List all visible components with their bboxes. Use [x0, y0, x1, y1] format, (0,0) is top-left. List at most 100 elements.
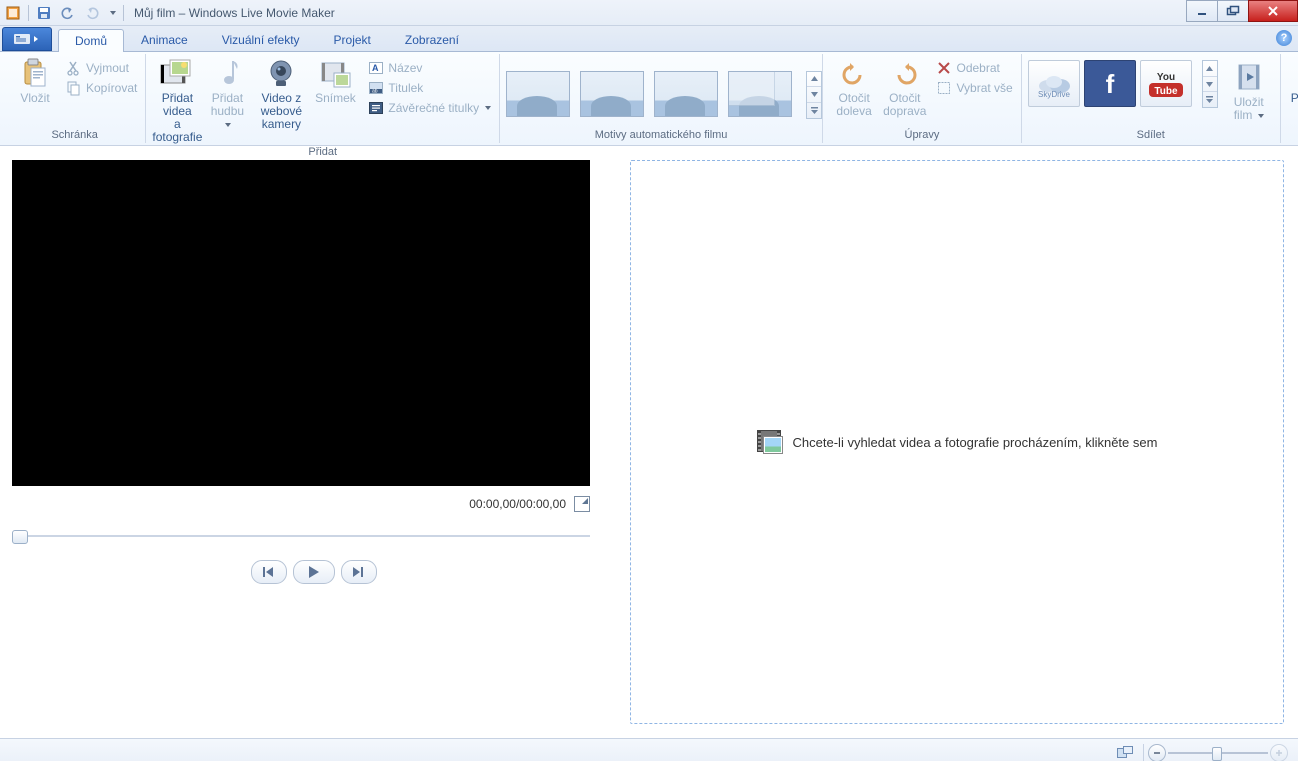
fullscreen-icon[interactable]: [574, 496, 590, 512]
add-videos-button[interactable]: Přidat videa a fotografie: [152, 56, 202, 146]
zoom-slider[interactable]: [1168, 745, 1268, 761]
label: Název: [388, 61, 422, 75]
share-skydrive[interactable]: SkyDrive: [1028, 60, 1080, 107]
webcam-video-button[interactable]: Video z webové kamery: [252, 56, 310, 133]
tab-home[interactable]: Domů: [58, 29, 124, 52]
btn-line2: a fotografie: [152, 118, 202, 144]
qat-customize-icon[interactable]: [107, 4, 117, 22]
svg-text:Tube: Tube: [1154, 86, 1178, 97]
theme-item[interactable]: [506, 71, 570, 117]
share-scroll-expand[interactable]: [1203, 92, 1217, 107]
ribbon-tabstrip: Domů Animace Vizuální efekty Projekt Zob…: [0, 26, 1298, 52]
save-movie-button[interactable]: Uložit film: [1224, 60, 1274, 124]
copy-button[interactable]: Kopírovat: [64, 78, 139, 98]
caption-icon: ab: [368, 80, 384, 96]
close-button[interactable]: [1248, 0, 1298, 22]
zoom-out-button[interactable]: [1148, 744, 1166, 761]
rotate-left-icon: [838, 58, 870, 90]
zoom-thumb[interactable]: [1212, 747, 1222, 761]
signin-button[interactable]: Přihlásit se: [1287, 56, 1298, 120]
select-all-button[interactable]: Vybrat vše: [934, 78, 1014, 98]
media-dropzone[interactable]: Chcete-li vyhledat videa a fotografie pr…: [630, 160, 1284, 724]
svg-text:SkyDrive: SkyDrive: [1038, 90, 1071, 99]
prev-frame-button[interactable]: [251, 560, 287, 584]
gallery-scroll-down[interactable]: [807, 87, 821, 103]
theme-item[interactable]: [580, 71, 644, 117]
rotate-right-button[interactable]: Otočit doprava: [879, 56, 930, 120]
share-scroll-up[interactable]: [1203, 61, 1217, 77]
rotate-right-icon: [889, 58, 921, 90]
tab-label: Animace: [141, 33, 188, 47]
gallery-scroll-expand[interactable]: [807, 103, 821, 118]
time-current: 00:00,00: [469, 497, 516, 511]
statusbar: [0, 738, 1298, 761]
gallery-scroll-up[interactable]: [807, 72, 821, 88]
window-title: Můj film – Windows Live Movie Maker: [134, 6, 335, 20]
next-frame-button[interactable]: [341, 560, 377, 584]
playback-scrubber[interactable]: [12, 528, 590, 544]
group-signin: Přihlásit se: [1281, 54, 1298, 143]
group-edits: Otočit doleva Otočit doprava Odebrat Vyb…: [823, 54, 1022, 143]
time-display: 00:00,00/00:00,00: [469, 497, 566, 511]
save-icon[interactable]: [35, 4, 53, 22]
thumbnail-size-button[interactable]: [1111, 746, 1139, 760]
snapshot-button[interactable]: Snímek: [310, 56, 360, 107]
dropzone-content: Chcete-li vyhledat videa a fotografie pr…: [757, 430, 1158, 454]
ribbon: Vložit Vyjmout Kopírovat Schránka: [0, 52, 1298, 146]
scrub-thumb[interactable]: [12, 530, 28, 544]
theme-item[interactable]: [728, 71, 792, 117]
share-youtube[interactable]: YouTube: [1140, 60, 1192, 107]
tab-label: Projekt: [334, 33, 371, 47]
btn-label: Snímek: [315, 92, 356, 105]
undo-icon[interactable]: [59, 4, 77, 22]
theme-item[interactable]: [654, 71, 718, 117]
rotate-left-button[interactable]: Otočit doleva: [829, 56, 879, 120]
share-gallery-scroll: [1202, 60, 1218, 108]
svg-text:A: A: [372, 63, 379, 73]
select-all-icon: [936, 80, 952, 96]
time-total: 00:00,00: [519, 497, 566, 511]
group-label-clipboard: Schránka: [10, 129, 139, 143]
add-music-button[interactable]: Přidat hudbu: [202, 56, 252, 133]
share-facebook[interactable]: f: [1084, 60, 1136, 107]
minimize-button[interactable]: [1186, 0, 1218, 22]
caption-button[interactable]: ab Titulek: [366, 78, 493, 98]
document-title: Můj film: [134, 6, 175, 20]
group-label-share: Sdílet: [1028, 129, 1274, 143]
scrub-track: [12, 535, 590, 537]
movie-maker-icon[interactable]: [4, 4, 22, 22]
redo-icon[interactable]: [83, 4, 101, 22]
title-button[interactable]: A Název: [366, 58, 493, 78]
window-controls: [1187, 0, 1298, 21]
play-button[interactable]: [293, 560, 335, 584]
tab-animations[interactable]: Animace: [124, 28, 205, 51]
svg-text:f: f: [1105, 69, 1114, 99]
paste-button[interactable]: Vložit: [10, 56, 60, 107]
group-label-themes: Motivy automatického filmu: [506, 129, 816, 143]
dropzone-text: Chcete-li vyhledat videa a fotografie pr…: [793, 435, 1158, 450]
paste-label: Vložit: [20, 92, 49, 105]
title-icon: A: [368, 60, 384, 76]
cut-button[interactable]: Vyjmout: [64, 58, 139, 78]
file-tab[interactable]: [2, 27, 52, 51]
label: Vybrat vše: [956, 81, 1012, 95]
share-scroll-down[interactable]: [1203, 77, 1217, 93]
btn-line2: hudbu: [206, 105, 248, 131]
copy-label: Kopírovat: [86, 81, 137, 95]
tab-view[interactable]: Zobrazení: [388, 28, 476, 51]
remove-button[interactable]: Odebrat: [934, 58, 1014, 78]
maximize-button[interactable]: [1217, 0, 1249, 22]
timeline-pane: Chcete-li vyhledat videa a fotografie pr…: [616, 146, 1298, 738]
preview-time-row: 00:00,00/00:00,00: [12, 496, 590, 512]
credits-icon: [368, 100, 384, 116]
tab-project[interactable]: Projekt: [317, 28, 388, 51]
credits-button[interactable]: Závěrečné titulky: [366, 98, 493, 118]
titlebar: Můj film – Windows Live Movie Maker: [0, 0, 1298, 26]
tab-label: Vizuální efekty: [222, 33, 300, 47]
help-button[interactable]: ?: [1276, 30, 1292, 46]
tab-visual-fx[interactable]: Vizuální efekty: [205, 28, 317, 51]
app-name: Windows Live Movie Maker: [189, 6, 335, 20]
btn-line2: film: [1234, 109, 1264, 122]
zoom-in-button[interactable]: [1270, 744, 1288, 761]
webcam-icon: [265, 58, 297, 90]
